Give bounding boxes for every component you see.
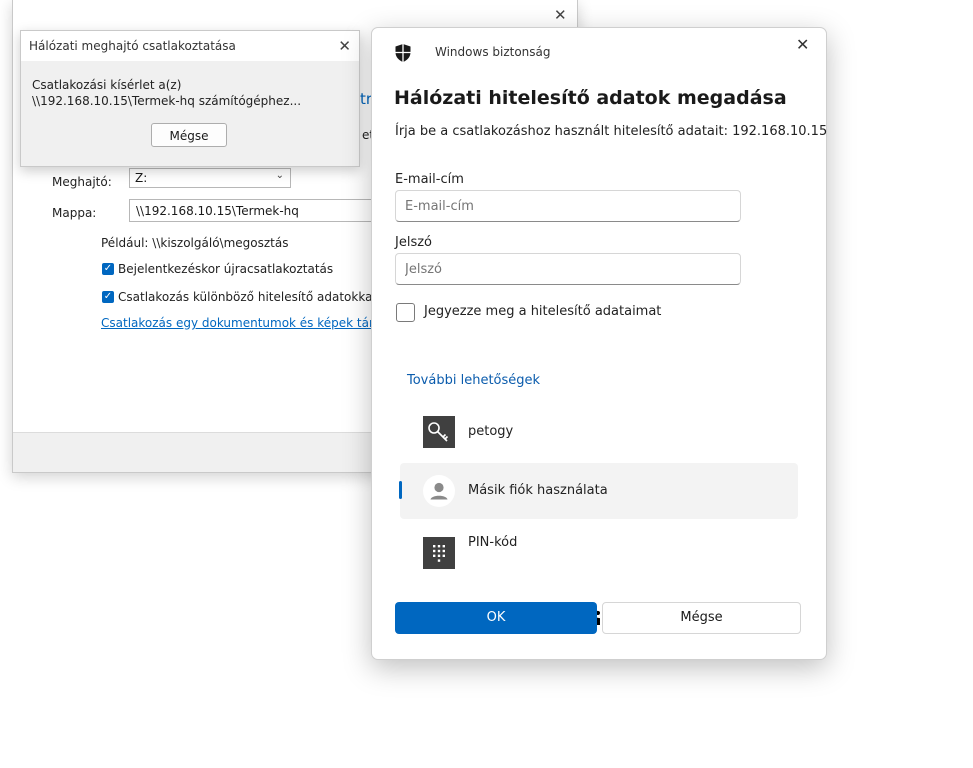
drive-select-value: Z: (135, 171, 148, 185)
password-field[interactable] (395, 253, 741, 285)
account-option-pin[interactable]: PIN-kód (400, 525, 798, 625)
shield-icon (395, 44, 411, 62)
more-options-link[interactable]: További lehetőségek (407, 373, 540, 388)
pin-keypad-icon (423, 537, 455, 569)
reconnect-label: Bejelentkezéskor újracsatlakoztatás (118, 262, 334, 276)
remember-credentials-label: Jegyezze meg a hitelesítő adataimat (424, 304, 662, 319)
key-icon (423, 416, 455, 448)
remember-credentials-checkbox[interactable] (396, 303, 415, 322)
connecting-message: Csatlakozási kísérlet a(z) \\192.168.10.… (32, 78, 302, 108)
close-icon[interactable]: ✕ (554, 6, 567, 24)
ok-button[interactable]: OK (395, 602, 597, 634)
chevron-down-icon: ⌄ (275, 170, 284, 181)
account-option-petogy[interactable]: petogy (400, 404, 798, 460)
close-icon[interactable]: ✕ (338, 37, 351, 55)
cancel-button[interactable]: Mégse (151, 123, 227, 147)
close-icon[interactable]: ✕ (796, 35, 809, 54)
account-name: petogy (468, 424, 514, 439)
person-icon (423, 475, 455, 507)
different-credentials-checkbox[interactable]: ✓ (102, 291, 114, 303)
pin-option-label: PIN-kód (468, 535, 518, 550)
app-title: Windows biztonság (435, 45, 551, 59)
dialog-title: Hálózati meghajtó csatlakoztatása (29, 39, 236, 53)
selection-indicator (399, 481, 402, 499)
different-credentials-label: Csatlakozás különböző hitelesítő adatokk… (118, 290, 376, 304)
cancel-button[interactable]: Mégse (602, 602, 801, 634)
email-label: E-mail-cím (395, 172, 464, 187)
reconnect-checkbox[interactable]: ✓ (102, 263, 114, 275)
drive-select[interactable]: Z: ⌄ (129, 168, 291, 188)
account-name: Másik fiók használata (468, 483, 608, 498)
email-field[interactable] (395, 190, 741, 222)
dialog-heading: Hálózati hitelesítő adatok megadása (394, 87, 787, 109)
drive-label: Meghajtó: (52, 175, 112, 189)
windows-security-dialog: Windows biztonság ✕ Hálózati hitelesítő … (371, 27, 827, 660)
password-label: Jelszó (395, 235, 432, 250)
example-text: Például: \\kiszolgáló\megosztás (101, 236, 289, 250)
title-bar: Hálózati meghajtó csatlakoztatása ✕ (21, 31, 359, 61)
account-option-other[interactable]: Másik fiók használata (399, 463, 798, 519)
folder-label: Mappa: (52, 206, 97, 220)
folder-input[interactable]: \\192.168.10.15\Termek-hq (129, 199, 379, 222)
dialog-subtitle: Írja be a csatlakozáshoz használt hitele… (395, 124, 828, 139)
connecting-dialog: Hálózati meghajtó csatlakoztatása ✕ Csat… (20, 30, 360, 167)
